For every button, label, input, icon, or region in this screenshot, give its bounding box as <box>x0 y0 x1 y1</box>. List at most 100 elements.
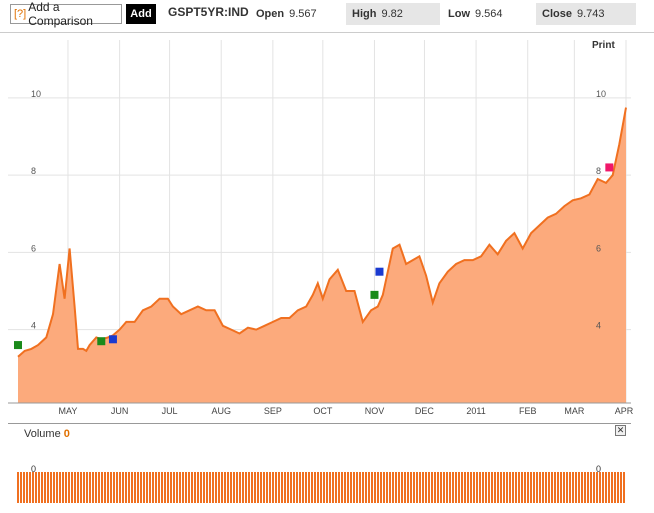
volume-bar <box>155 472 157 503</box>
event-marker <box>375 267 384 276</box>
volume-bar <box>476 472 478 503</box>
volume-bar <box>146 472 148 503</box>
y-axis-left: 10 8 6 4 <box>31 89 41 331</box>
x-tick-label: JUN <box>111 406 129 416</box>
y-tick-label: 10 <box>31 89 41 99</box>
x-tick-label: MAY <box>59 406 78 416</box>
volume-bar <box>482 472 484 503</box>
volume-bar <box>401 472 403 503</box>
volume-bar <box>122 472 124 503</box>
volume-bar <box>59 472 61 503</box>
volume-label: Volume <box>24 428 61 440</box>
volume-bar <box>53 472 55 503</box>
volume-axis-left-label: 0 <box>31 464 36 474</box>
volume-bar <box>464 472 466 503</box>
volume-bar <box>527 472 529 503</box>
volume-axis-right-label: 0 <box>596 464 601 474</box>
volume-bar <box>236 472 238 503</box>
volume-bar <box>542 472 544 503</box>
volume-bar <box>545 472 547 503</box>
volume-bar <box>38 472 40 503</box>
volume-bar <box>260 472 262 503</box>
volume-bar <box>353 472 355 503</box>
volume-bar <box>509 472 511 503</box>
volume-bar <box>413 472 415 503</box>
event-marker <box>108 335 117 344</box>
volume-bar <box>209 472 211 503</box>
volume-bar <box>26 472 28 503</box>
volume-bar <box>71 472 73 503</box>
volume-bar <box>35 472 37 503</box>
volume-bar <box>479 472 481 503</box>
close-icon[interactable]: ✕ <box>615 425 626 436</box>
volume-bar <box>287 472 289 503</box>
volume-bar <box>98 472 100 503</box>
volume-bar <box>338 472 340 503</box>
volume-bar <box>563 472 565 503</box>
volume-bar <box>17 472 19 503</box>
volume-bar <box>518 472 520 503</box>
volume-bar <box>350 472 352 503</box>
volume-bar <box>161 472 163 503</box>
y-tick-label: 6 <box>596 243 601 253</box>
volume-bar <box>191 472 193 503</box>
volume-bar <box>227 472 229 503</box>
volume-bar <box>131 472 133 503</box>
x-tick-label: OCT <box>313 406 333 416</box>
volume-bar <box>578 472 580 503</box>
volume-bar <box>137 472 139 503</box>
volume-bar <box>152 472 154 503</box>
x-tick-label: DEC <box>415 406 435 416</box>
volume-bar <box>278 472 280 503</box>
event-marker <box>97 337 106 346</box>
volume-bar <box>581 472 583 503</box>
volume-bar <box>167 472 169 503</box>
volume-bar <box>440 472 442 503</box>
volume-bar <box>194 472 196 503</box>
volume-bar <box>104 472 106 503</box>
volume-bar <box>473 472 475 503</box>
volume-bar <box>470 472 472 503</box>
volume-bar <box>371 472 373 503</box>
volume-bar <box>329 472 331 503</box>
y-tick-label: 10 <box>596 89 606 99</box>
price-chart: 10 8 6 4 10 8 6 4 MAY JUN JUL AUG SEP OCT NOV DEC 2011… <box>0 32 654 503</box>
volume-bar <box>281 472 283 503</box>
volume-bar <box>386 472 388 503</box>
volume-bar <box>596 472 598 503</box>
volume-bar <box>32 472 34 503</box>
volume-bar <box>356 472 358 503</box>
volume-bar <box>203 472 205 503</box>
x-axis: MAY JUN JUL AUG SEP OCT NOV DEC 2011 FEB MAR APR <box>59 406 634 416</box>
volume-bar <box>83 472 85 503</box>
volume-bar <box>128 472 130 503</box>
chart-top-border <box>0 32 654 33</box>
volume-bar <box>392 472 394 503</box>
volume-bar <box>113 472 115 503</box>
volume-bar <box>362 472 364 503</box>
x-tick-label: FEB <box>519 406 537 416</box>
volume-bar <box>491 472 493 503</box>
x-tick-label: APR <box>615 406 634 416</box>
volume-bar <box>389 472 391 503</box>
volume-bar <box>584 472 586 503</box>
volume-bar <box>431 472 433 503</box>
y-tick-label: 8 <box>596 166 601 176</box>
volume-bar <box>467 472 469 503</box>
volume-bar <box>89 472 91 503</box>
volume-bar <box>566 472 568 503</box>
x-tick-label: SEP <box>264 406 282 416</box>
volume-bar <box>164 472 166 503</box>
volume-bar <box>230 472 232 503</box>
print-button[interactable]: Print <box>592 40 615 51</box>
x-tick-label: MAR <box>564 406 585 416</box>
volume-bar <box>308 472 310 503</box>
volume-bar <box>239 472 241 503</box>
volume-value: 0 <box>63 428 70 440</box>
volume-bar <box>458 472 460 503</box>
volume-bar <box>311 472 313 503</box>
volume-bar <box>515 472 517 503</box>
volume-bar <box>116 472 118 503</box>
volume-bar <box>500 472 502 503</box>
volume-header: Volume 0 <box>24 428 70 440</box>
